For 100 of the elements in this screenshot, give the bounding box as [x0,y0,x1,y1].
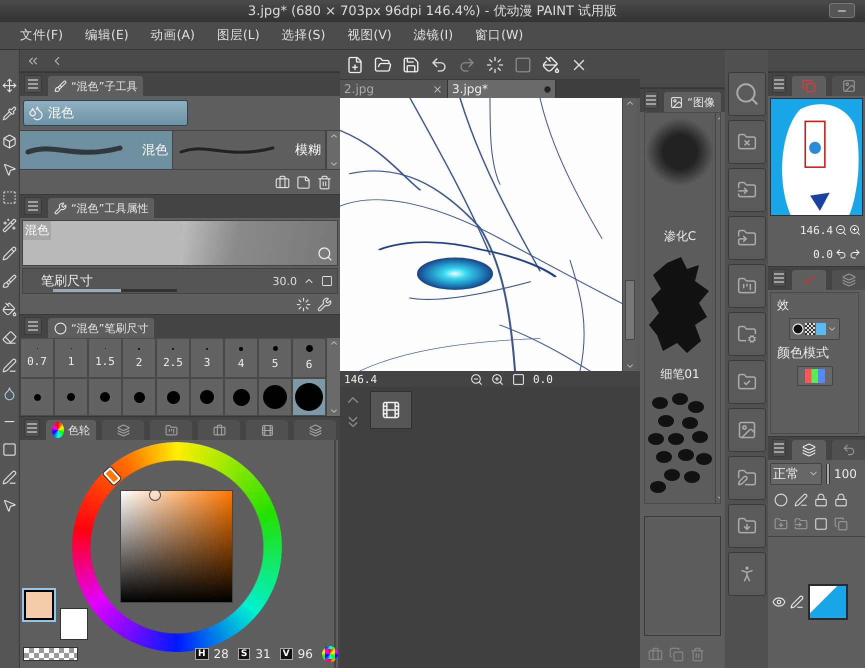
panel-tab[interactable]: 色轮 [46,420,96,440]
menu-item[interactable]: 窗口(W) [465,27,534,44]
zoom-icon[interactable] [317,246,333,262]
box-icon[interactable] [2,134,17,149]
brush-size-option[interactable] [258,378,292,416]
brush-size-option[interactable] [224,378,258,416]
pointer-icon[interactable] [2,162,17,177]
pencil-icon[interactable] [2,246,17,261]
arrow-icon[interactable] [2,498,17,513]
brush-size-option[interactable]: 2 [122,338,156,378]
panel-menu-button[interactable] [772,438,786,456]
material-folder-button[interactable] [728,168,766,212]
pen-icon[interactable] [794,492,808,506]
panel-menu-button[interactable] [24,197,42,215]
brush-size-option[interactable] [292,378,326,416]
panel-tab[interactable]: “混色”工具属性 [48,198,154,218]
save-icon[interactable] [402,56,420,74]
brush-size-option[interactable] [190,378,224,416]
main-color-swatch[interactable] [24,590,54,620]
brush-size-option[interactable]: 1.5 [88,338,122,378]
panel-tab[interactable]: “图像 [664,92,721,112]
document-tab[interactable]: 2.jpg [340,80,448,98]
zoom-in-icon[interactable] [849,224,861,236]
brush-size-option[interactable] [122,378,156,416]
material-folder-button[interactable] [728,312,766,356]
material-folder-button[interactable] [728,72,766,116]
menu-item[interactable]: 滤镜(I) [404,27,464,44]
eraser-icon[interactable] [2,330,17,345]
menu-item[interactable]: 图层(L) [206,27,270,44]
mask-icon[interactable] [774,492,788,506]
saturation-value-square[interactable] [120,490,233,603]
menu-item[interactable]: 编辑(E) [74,27,139,44]
selection-icon[interactable] [2,190,17,205]
panel-tab[interactable]: “混色”笔刷尺寸 [48,318,154,338]
panel-tab[interactable] [102,420,144,440]
wand-icon[interactable] [2,218,17,233]
rotate-icon[interactable] [835,248,847,260]
material-folder-button[interactable] [728,504,766,548]
move-icon[interactable] [2,78,17,93]
trash-icon[interactable] [317,174,332,190]
fit-icon[interactable] [512,372,525,386]
lock-icon[interactable] [814,492,828,506]
brush-size-option[interactable]: 0.7 [20,338,54,378]
material-folder-button[interactable] [728,456,766,500]
zoom-out-icon[interactable] [470,372,483,386]
drop-icon[interactable] [2,386,17,401]
timeline-button[interactable] [370,391,412,429]
material-folder-button[interactable] [728,408,766,452]
material-folder-button[interactable] [728,120,766,164]
brush-size-option[interactable]: 1 [54,338,88,378]
material-folder-button[interactable] [728,360,766,404]
zoom-out-icon[interactable] [835,224,847,236]
panel-menu-button[interactable] [24,317,42,335]
panel-menu-button[interactable] [24,419,40,437]
panel-menu-button[interactable] [644,91,658,109]
bucket-icon[interactable] [2,302,17,317]
mask-icon[interactable] [814,516,828,530]
dots-icon[interactable] [486,56,504,74]
lock-icon[interactable] [834,492,848,506]
ruler-icon[interactable] [2,470,17,485]
panel-tab[interactable] [150,420,192,440]
pen-icon[interactable] [2,358,17,373]
undo-icon[interactable] [430,56,448,74]
transparent-color-swatch[interactable] [23,647,78,661]
zoom-in-icon[interactable] [491,372,504,386]
blend-mode-select[interactable]: 正常 [770,462,822,484]
brush-size-option[interactable] [88,378,122,416]
square-icon[interactable] [514,56,532,74]
subtool-group[interactable]: 混色 [23,100,188,126]
brush-icon[interactable] [2,274,17,289]
brush-size-option[interactable] [156,378,190,416]
note-icon[interactable] [296,174,311,190]
scrollbar-thumb[interactable] [624,280,634,340]
brush-item[interactable]: 混色 [20,131,173,169]
panel-menu-button[interactable] [772,269,786,287]
effect-dropdown[interactable] [789,318,840,340]
panel-menu-button[interactable] [24,75,42,93]
minimize-button[interactable] [829,3,855,18]
pen-icon[interactable] [790,595,804,610]
wrench-icon[interactable] [317,296,332,312]
color-wheel-icon[interactable] [322,646,338,662]
material-folder-button[interactable] [728,552,766,596]
bucket-icon[interactable] [542,56,560,74]
gradient-icon[interactable] [2,442,17,457]
brush-size-option[interactable] [20,378,54,416]
material-folder-button[interactable] [728,264,766,308]
menu-item[interactable]: 文件(F) [10,27,73,44]
redo-icon[interactable] [458,56,476,74]
menu-item[interactable]: 动画(A) [140,27,205,44]
menu-item[interactable]: 选择(S) [272,27,336,44]
brush-size-option[interactable]: 2.5 [156,338,190,378]
briefcase-icon[interactable] [275,174,290,190]
eye-icon[interactable] [772,595,786,610]
sub-color-swatch[interactable] [60,608,88,640]
brush-size-option[interactable]: 6 [292,338,326,378]
brush-size-option[interactable] [54,378,88,416]
eyedropper-icon[interactable] [2,106,17,121]
new-file-icon[interactable] [346,56,364,74]
brush-size-option[interactable]: 4 [224,338,258,378]
document-tab[interactable]: 3.jpg* [448,80,556,98]
